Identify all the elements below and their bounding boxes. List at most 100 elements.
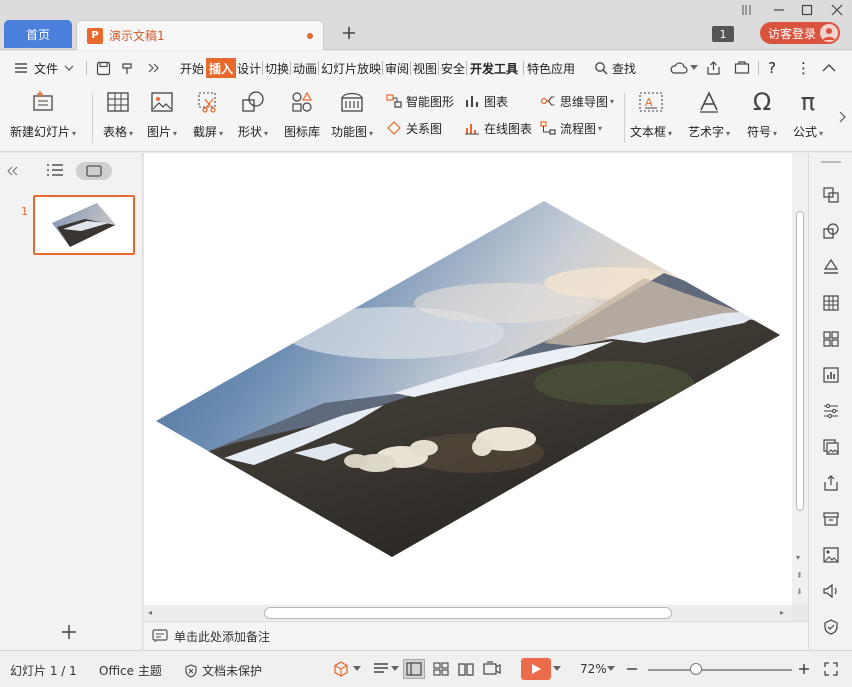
share-button[interactable] (706, 58, 722, 78)
new-slide-button[interactable]: 新建幻灯片 ▾ (10, 89, 76, 140)
collapse-ribbon-button[interactable] (822, 58, 836, 78)
export-button[interactable] (734, 58, 750, 78)
tab-security[interactable]: 安全 (441, 58, 465, 78)
smart-art-button[interactable]: 智能图形 (386, 91, 454, 111)
collapse-panel-button[interactable] (6, 165, 18, 179)
notes-dropdown[interactable] (390, 659, 400, 679)
online-chart-button[interactable]: 在线图表 (464, 118, 532, 138)
sidebar-table-button[interactable] (821, 293, 841, 313)
maximize-button[interactable] (798, 2, 816, 18)
more-quick-actions-button[interactable] (148, 58, 160, 78)
ribbon-scroll-right-button[interactable] (838, 111, 846, 126)
sidebar-protect-button[interactable] (821, 617, 841, 637)
tab-start[interactable]: 开始 (180, 58, 204, 78)
normal-view-button[interactable] (403, 659, 425, 679)
picture-button[interactable]: 图片 ▾ (147, 89, 177, 140)
tab-developer[interactable]: 开发工具 (470, 58, 518, 78)
file-menu[interactable]: 文件 (14, 58, 74, 78)
horizontal-scrollbar[interactable]: ◂ ▸ (144, 605, 792, 621)
notes-area[interactable]: 单击此处添加备注 (144, 621, 808, 650)
tab-review[interactable]: 审阅 (385, 58, 409, 78)
scroll-right-icon[interactable]: ▸ (780, 608, 784, 617)
sidebar-fill-button[interactable] (821, 257, 841, 277)
screenshot-button[interactable]: 截屏 ▾ (193, 89, 223, 140)
reading-view-button[interactable] (455, 659, 477, 679)
wordart-button[interactable]: 艺术字 ▾ (688, 89, 730, 140)
horizontal-scroll-thumb[interactable] (264, 607, 672, 619)
tab-insert[interactable]: 插入 (206, 58, 237, 78)
slide-picture[interactable] (144, 153, 792, 605)
slideshow-dropdown[interactable] (552, 659, 562, 679)
previous-slide-icon[interactable]: ⇞ (796, 571, 803, 580)
icon-library-button[interactable]: 图标库 (284, 89, 320, 140)
sidebar-transition-button[interactable] (821, 185, 841, 205)
chart-button[interactable]: 图表 (464, 91, 508, 111)
add-slide-button[interactable] (61, 624, 77, 643)
function-chart-button[interactable]: 功能图 ▾ (331, 89, 373, 140)
scroll-down-icon[interactable]: ▾ (796, 553, 800, 562)
beautify-dropdown[interactable] (352, 659, 362, 679)
sidebar-shape-button[interactable] (821, 221, 841, 241)
save-button[interactable] (96, 58, 111, 78)
beautify-button[interactable] (330, 659, 352, 679)
slide-thumbnail[interactable] (33, 195, 135, 255)
guest-login-button[interactable]: 访客登录 (760, 22, 840, 44)
play-slideshow-button[interactable] (521, 658, 551, 680)
sorter-view-button[interactable] (430, 659, 452, 679)
sidebar-audio-button[interactable] (821, 581, 841, 601)
zoom-dropdown[interactable] (606, 659, 616, 679)
sidebar-chart-button[interactable] (821, 365, 841, 385)
slide-canvas[interactable] (144, 153, 792, 605)
notes-toggle-button[interactable] (370, 659, 392, 679)
more-options-button[interactable]: ⋮ (796, 58, 811, 78)
vertical-scroll-thumb[interactable] (796, 211, 804, 511)
fit-window-button[interactable] (820, 659, 842, 679)
mindmap-button[interactable]: 思维导图 ▾ (540, 91, 614, 111)
tab-special[interactable]: 特色应用 (527, 58, 575, 78)
search-button[interactable]: 查找 (594, 58, 636, 78)
window-count-badge[interactable]: 1 (712, 26, 734, 42)
zoom-slider-handle[interactable] (690, 663, 702, 675)
table-button[interactable]: 表格 ▾ (103, 89, 133, 140)
flowchart-button[interactable]: 流程图 ▾ (540, 118, 602, 138)
sidebar-image-button[interactable] (821, 545, 841, 565)
next-slide-icon[interactable]: ⇟ (796, 587, 803, 596)
notes-icon (152, 629, 168, 643)
sidebar-share-button[interactable] (821, 473, 841, 493)
zoom-out-button[interactable] (621, 659, 643, 679)
tab-design[interactable]: 设计 (237, 58, 261, 78)
outline-view-button[interactable] (46, 163, 64, 180)
tab-animation[interactable]: 动画 (293, 58, 317, 78)
sidebar-layout-button[interactable] (821, 329, 841, 349)
help-button[interactable]: ? (768, 58, 776, 78)
textbox-button[interactable]: A 文本框 ▾ (630, 89, 672, 140)
tab-transition[interactable]: 切换 (265, 58, 289, 78)
drag-handle-icon[interactable] (821, 161, 841, 163)
minimize-button[interactable] (770, 2, 788, 18)
zoom-in-button[interactable] (793, 659, 815, 679)
scroll-left-icon[interactable]: ◂ (148, 608, 152, 617)
format-painter-button[interactable] (120, 58, 135, 78)
relation-chart-button[interactable]: 关系图 (386, 118, 442, 138)
tab-home[interactable]: 首页 (4, 20, 72, 48)
zoom-slider-track[interactable] (648, 669, 792, 671)
slide-view-button[interactable] (76, 162, 112, 180)
formula-button[interactable]: π 公式 ▾ (793, 88, 823, 140)
sidebar-picture-button[interactable] (821, 437, 841, 457)
sidebar-settings-button[interactable] (821, 401, 841, 421)
tab-view[interactable]: 视图 (413, 58, 437, 78)
cloud-sync-button[interactable] (670, 58, 698, 78)
document-protection[interactable]: 文档未保护 (184, 662, 262, 679)
window-layout-button[interactable] (738, 2, 756, 18)
tab-document[interactable]: P 演示文稿1 (76, 20, 324, 50)
presenter-view-button[interactable] (481, 659, 503, 679)
close-window-button[interactable] (828, 2, 846, 18)
tab-slideshow[interactable]: 幻灯片放映 (321, 58, 381, 78)
zoom-level[interactable]: 72% (580, 662, 607, 676)
symbol-button[interactable]: Ω 符号 ▾ (747, 88, 777, 140)
sidebar-archive-button[interactable] (821, 509, 841, 529)
theme-name[interactable]: Office 主题 (99, 662, 162, 679)
vertical-scrollbar[interactable]: ▾ ⇞ ⇟ (792, 153, 808, 605)
shape-button[interactable]: 形状 ▾ (238, 89, 268, 140)
new-tab-button[interactable] (338, 22, 360, 44)
